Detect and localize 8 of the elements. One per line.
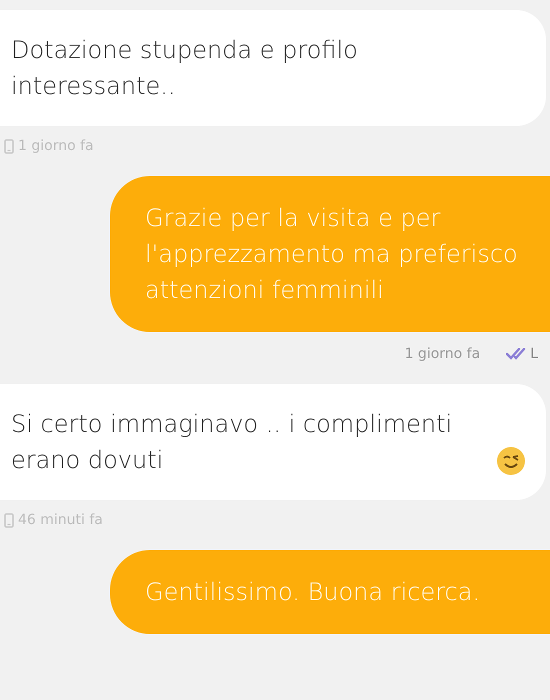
message-time: 1 giorno fa — [404, 346, 480, 362]
message-text: Dotazione stupenda e profilo interessante.. — [11, 35, 359, 102]
message-text: Grazie per la visita e per l'apprezzamento ma preferisco attenzioni femminili — [145, 203, 519, 306]
phone-icon — [4, 512, 14, 528]
message-text: Gentilissimo. Buona ricerca. — [145, 577, 480, 608]
message-text: Si certo immaginavo .. i complimenti erano dovuti — [11, 409, 454, 476]
phone-icon — [4, 138, 14, 154]
read-status: L — [530, 346, 538, 362]
